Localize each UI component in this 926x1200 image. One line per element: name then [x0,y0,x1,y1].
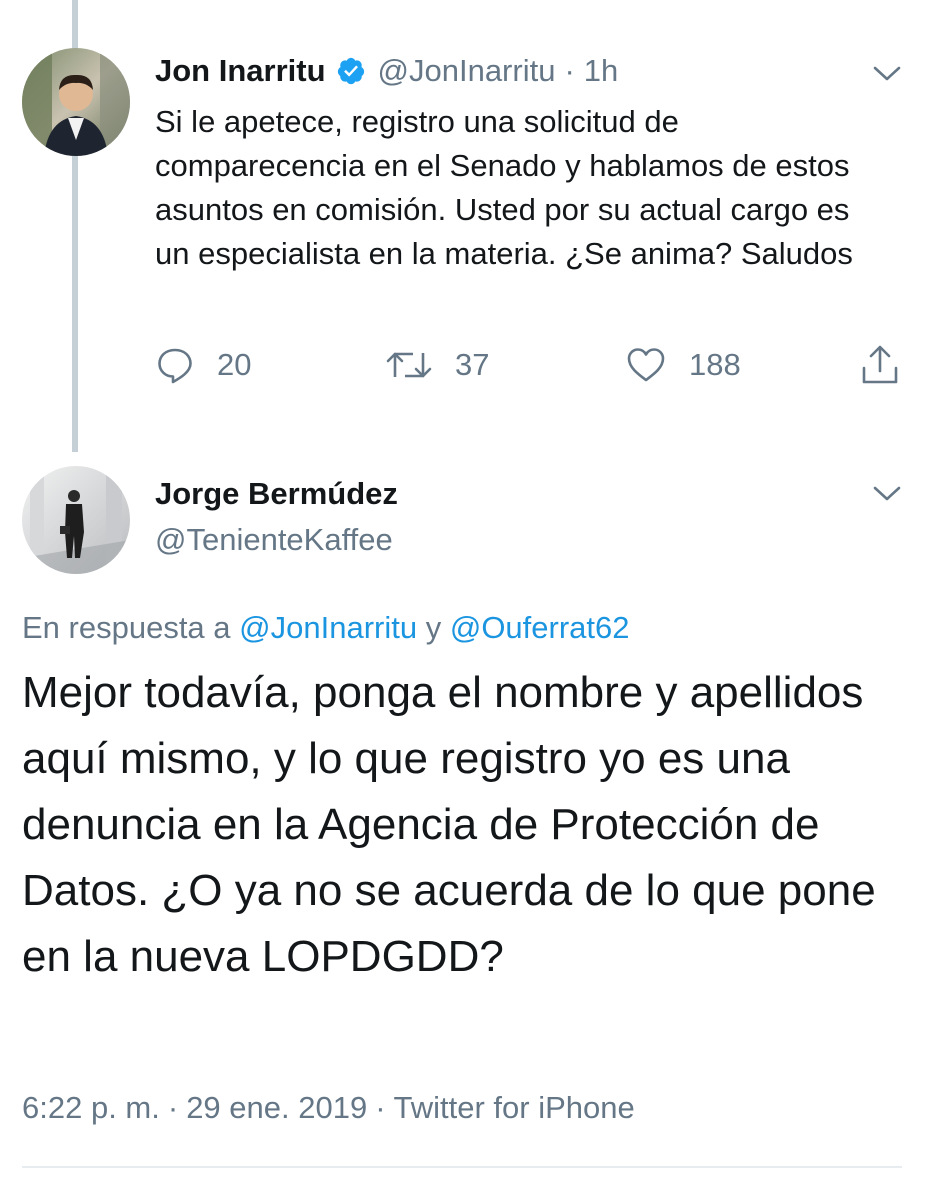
reply-context: En respuesta a @JonInarritu y @Ouferrat6… [22,610,630,646]
author-name[interactable]: Jorge Bermúdez [155,476,398,512]
tweet-source[interactable]: Twitter for iPhone [394,1090,635,1125]
avatar-jon-inarritu[interactable] [22,48,130,156]
retweet-count: 37 [455,347,490,382]
tweet-time[interactable]: 1h [584,53,618,89]
verified-badge-icon [336,56,366,86]
avatar-photo-icon [22,466,130,574]
reply-prefix: En respuesta a [22,610,231,645]
tweet-text: Mejor todavía, ponga el nombre y apellid… [22,668,876,981]
reply-button[interactable]: 20 [155,340,251,390]
tweet-actions: 20 37 188 [155,340,905,390]
author-handle[interactable]: @TenienteKaffee [155,522,393,558]
chevron-down-icon[interactable] [872,484,902,504]
avatar-photo-icon [22,48,130,156]
author-handle[interactable]: @JonInarritu [378,53,556,89]
separator-dot: · [375,1090,386,1125]
tweet-text: Si le apetece, registro una solicitud de… [155,104,853,271]
share-button[interactable] [860,340,900,390]
tweet-header: Jon Inarritu @JonInarritu · 1h [155,50,618,92]
tweet-time[interactable]: 6:22 p. m. [22,1090,160,1125]
divider [22,1166,902,1168]
tweet-date[interactable]: 29 ene. 2019 [186,1090,367,1125]
like-button[interactable]: 188 [625,340,741,390]
heart-icon [627,348,665,382]
separator-dot: · [564,53,575,88]
author-name[interactable]: Jon Inarritu [155,53,326,89]
reply-conjunction: y [425,610,442,645]
reply-icon [158,348,192,384]
like-count: 188 [689,347,741,382]
retweet-icon [386,352,432,378]
tweet-metadata: 6:22 p. m. · 29 ene. 2019 · Twitter for iPho… [22,1090,635,1126]
mention-link[interactable]: @JonInarritu [239,610,417,645]
avatar-jorge-bermudez[interactable] [22,466,130,574]
retweet-button[interactable]: 37 [385,340,489,390]
separator-dot: · [167,1090,179,1125]
mention-link[interactable]: @Ouferrat62 [450,610,630,645]
chevron-down-icon[interactable] [872,64,902,84]
reply-count: 20 [217,347,252,382]
share-icon [862,345,898,384]
